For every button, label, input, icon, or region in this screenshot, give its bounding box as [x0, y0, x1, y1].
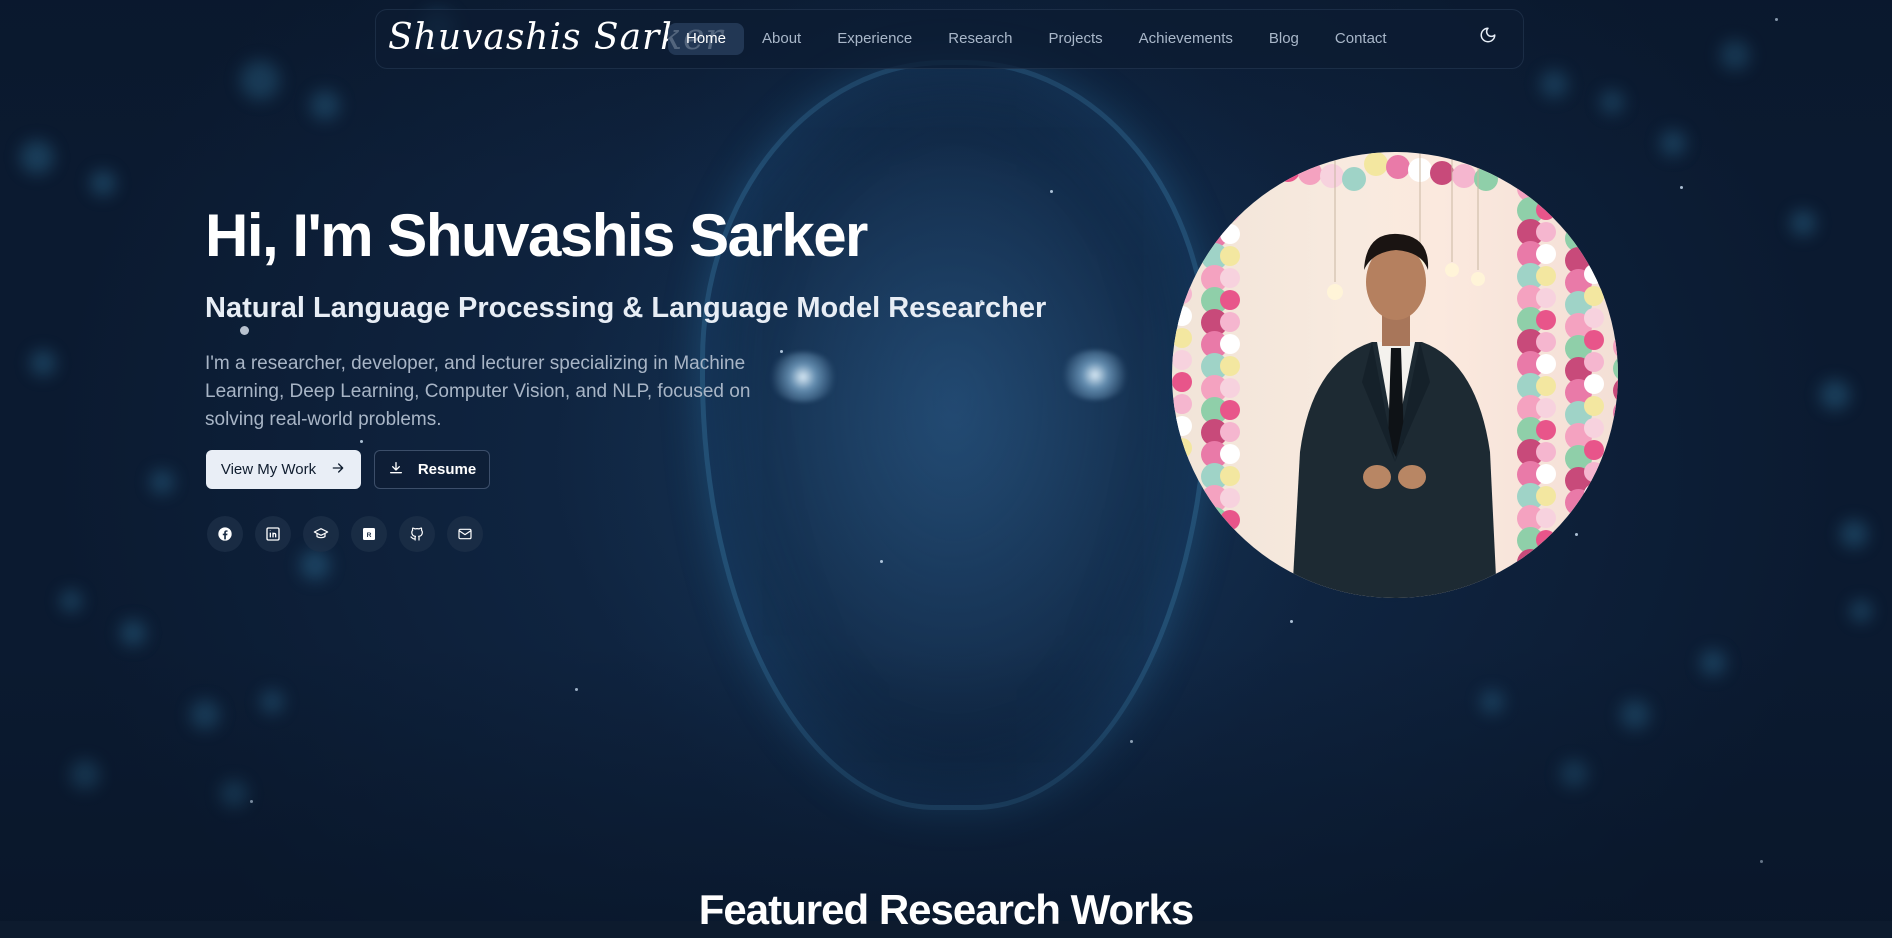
nav-link-projects[interactable]: Projects: [1030, 23, 1120, 55]
moon-icon[interactable]: [1479, 26, 1503, 50]
profile-photo: [1172, 152, 1618, 598]
resume-label: Resume: [417, 461, 477, 478]
nav-link-contact[interactable]: Contact: [1317, 23, 1405, 55]
hero-subtitle: Natural Language Processing & Language M…: [205, 292, 1047, 324]
svg-text:R: R: [367, 532, 372, 539]
nav-link-blog[interactable]: Blog: [1251, 23, 1317, 55]
mouse-cursor: [240, 326, 249, 335]
facebook-icon[interactable]: [207, 516, 243, 552]
nav-link-research[interactable]: Research: [930, 23, 1030, 55]
nav-link-home[interactable]: Home: [668, 23, 745, 55]
linkedin-icon[interactable]: [255, 516, 291, 552]
view-my-work-label: View My Work: [220, 461, 317, 478]
social-links: R: [207, 516, 483, 552]
download-icon: [388, 460, 404, 480]
resume-button[interactable]: Resume: [374, 450, 490, 489]
arrow-right-icon: [330, 460, 346, 480]
hero-title: Hi, I'm Shuvashis Sarker: [205, 202, 868, 269]
nav-link-about[interactable]: About: [744, 23, 819, 55]
github-icon[interactable]: [399, 516, 435, 552]
nav-link-experience[interactable]: Experience: [819, 23, 930, 55]
graduation-cap-icon[interactable]: [303, 516, 339, 552]
top-navbar: Shuvashis Sarker Home About Experience R…: [375, 9, 1524, 69]
mail-icon[interactable]: [447, 516, 483, 552]
nav-link-achievements[interactable]: Achievements: [1121, 23, 1251, 55]
hero-description: I'm a researcher, developer, and lecture…: [205, 353, 751, 430]
researchgate-icon[interactable]: R: [351, 516, 387, 552]
featured-research-heading: Featured Research Works: [698, 886, 1194, 933]
view-my-work-button[interactable]: View My Work: [206, 450, 361, 489]
nav-links: Home About Experience Research Projects …: [668, 23, 1405, 55]
